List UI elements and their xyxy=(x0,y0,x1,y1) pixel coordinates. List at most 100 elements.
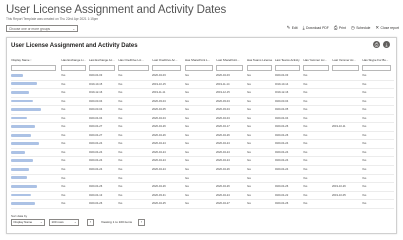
redacted-name xyxy=(11,125,35,128)
table-cell: Yes xyxy=(362,89,394,98)
table-cell: Yes xyxy=(303,89,332,98)
table-cell: Yes xyxy=(118,140,152,149)
table-cell: Yes xyxy=(61,157,89,167)
table-cell: 2020-04-05 xyxy=(274,106,303,115)
table-cell: Yes xyxy=(61,106,89,115)
table-cell: 2020-04-26 xyxy=(88,183,118,192)
table-cell: 2020-04-24 xyxy=(216,140,247,149)
table-cell: Yes xyxy=(246,123,275,132)
column-filter-input[interactable] xyxy=(184,65,213,71)
column-filter-input[interactable] xyxy=(11,65,56,71)
column-header[interactable]: Has SharePoint L... xyxy=(185,57,217,64)
pager-text: Viewing 1 to 100 items xyxy=(101,220,133,224)
table-cell: 2020-04-27 xyxy=(88,123,118,132)
table-cell: Yes xyxy=(118,115,152,124)
column-header[interactable]: Has Skype For Bu... xyxy=(362,57,394,64)
column-header[interactable]: Last Teams Activity xyxy=(275,57,304,64)
column-filter-input[interactable] xyxy=(362,65,391,71)
column-filter-input[interactable] xyxy=(216,65,244,71)
table-cell: Yes xyxy=(303,106,332,115)
column-header[interactable]: Has Yammer Lic... xyxy=(303,57,332,64)
column-filter-input[interactable] xyxy=(61,65,86,71)
report-panel: User License Assignment and Activity Dat… xyxy=(6,37,397,234)
table-cell: 2020-04-04 xyxy=(88,115,118,124)
table-cell: 2020-04-24 xyxy=(88,166,118,175)
redacted-name xyxy=(11,82,37,86)
sort-by-select[interactable]: Display Name ⌄ xyxy=(11,219,45,226)
download-pdf-button[interactable]: ⤓ Download PDF xyxy=(303,25,329,30)
table-cell: Yes xyxy=(246,200,275,209)
rows-per-page-select[interactable]: 100 rows ⌄ xyxy=(49,219,79,226)
table-cell: Yes xyxy=(303,166,332,175)
table-cell: 2020-04-26 xyxy=(152,183,185,192)
table-cell: 2020-04-26 xyxy=(152,132,185,141)
column-filter-input[interactable] xyxy=(332,65,359,71)
table-cell: Yes xyxy=(118,89,152,98)
table-cell: 2019-10-11 xyxy=(332,123,362,132)
previous-page-button[interactable]: ‹ xyxy=(87,219,94,226)
table-cell: Yes xyxy=(184,140,216,149)
column-filter-input[interactable] xyxy=(274,65,301,71)
table-cell: 2020-03-31 xyxy=(152,192,185,201)
column-header[interactable]: Last Yammer Ac... xyxy=(332,57,362,64)
table-cell: 2019-10-15 xyxy=(152,81,185,90)
table-cell: Yes xyxy=(118,192,152,201)
table-cell: 2020-04-24 xyxy=(216,149,247,158)
display-name-cell xyxy=(11,115,61,124)
column-filter-input[interactable] xyxy=(303,65,330,71)
table-cell: 2020-04-04 xyxy=(216,115,247,124)
table-cell: Yes xyxy=(61,149,89,158)
chevron-down-icon: ⌄ xyxy=(72,27,75,31)
table-cell: 2020-04-24 xyxy=(216,157,247,167)
table-cell: Yes xyxy=(61,72,89,81)
column-filter-input[interactable] xyxy=(118,65,149,71)
table-cell: 2020-04-24 xyxy=(88,149,118,158)
print-table-button[interactable]: ⎙ xyxy=(373,41,380,48)
table-cell xyxy=(88,175,118,184)
column-header[interactable]: Has Exchange Li... xyxy=(61,57,89,64)
column-filter-input[interactable] xyxy=(88,65,116,71)
table-cell: 2020-04-24 xyxy=(152,140,185,149)
table-cell: Yes xyxy=(362,157,394,167)
edit-button[interactable]: ✎ Edit xyxy=(286,25,298,30)
table-cell: Yes xyxy=(61,81,89,90)
column-filter-input[interactable] xyxy=(246,65,272,71)
column-filter-cell xyxy=(152,64,185,72)
table-cell: Yes xyxy=(362,200,394,209)
report-toolbar: ✎ Edit ⤓ Download PDF ⎙ Print ◷ Schedule… xyxy=(286,25,399,30)
column-filter-cell xyxy=(61,64,89,72)
column-filter-cell xyxy=(303,64,332,72)
clock-icon: ◷ xyxy=(350,25,355,30)
schedule-button[interactable]: ◷ Schedule xyxy=(350,25,370,30)
print-button[interactable]: ⎙ Print xyxy=(334,25,346,30)
table-cell: Yes xyxy=(61,192,89,201)
table-cell: Yes xyxy=(246,140,275,149)
download-table-button[interactable]: ⤓ xyxy=(383,41,390,48)
redacted-name xyxy=(11,133,31,137)
column-header[interactable]: Has Teams License xyxy=(247,57,275,64)
column-header[interactable]: Display Name ↑ xyxy=(11,57,61,64)
close-report-button[interactable]: ✕ Close report xyxy=(375,25,399,30)
column-header[interactable]: Has OneDrive Lic... xyxy=(118,57,152,64)
table-cell: Yes xyxy=(246,132,275,141)
column-header[interactable]: Last OneDrive Ac... xyxy=(152,57,185,64)
column-filter-cell xyxy=(216,64,247,72)
chevron-right-icon: › xyxy=(140,220,143,224)
table-cell: Yes xyxy=(61,200,89,209)
table-cell: Yes xyxy=(118,200,152,209)
pencil-icon: ✎ xyxy=(286,25,291,30)
table-title: User License Assignment and Activity Dat… xyxy=(11,43,138,49)
table-cell: 2019-10-26 xyxy=(332,183,362,192)
redacted-name xyxy=(11,167,29,171)
table-cell: Yes xyxy=(118,72,152,81)
redacted-name xyxy=(11,108,41,111)
table-cell: Yes xyxy=(246,149,275,158)
column-header[interactable]: Last Exchange Ac... xyxy=(89,57,119,64)
sort-label: Sort data by xyxy=(11,214,28,218)
column-filter-input[interactable] xyxy=(152,65,182,71)
table-cell: Yes xyxy=(362,140,394,149)
next-page-button[interactable]: › xyxy=(138,219,145,226)
column-header[interactable]: Last SharePoint... xyxy=(216,57,247,64)
group-scope-select[interactable]: Choose one or more groups ⌄ xyxy=(6,25,78,32)
table-cell: Yes xyxy=(303,175,332,184)
